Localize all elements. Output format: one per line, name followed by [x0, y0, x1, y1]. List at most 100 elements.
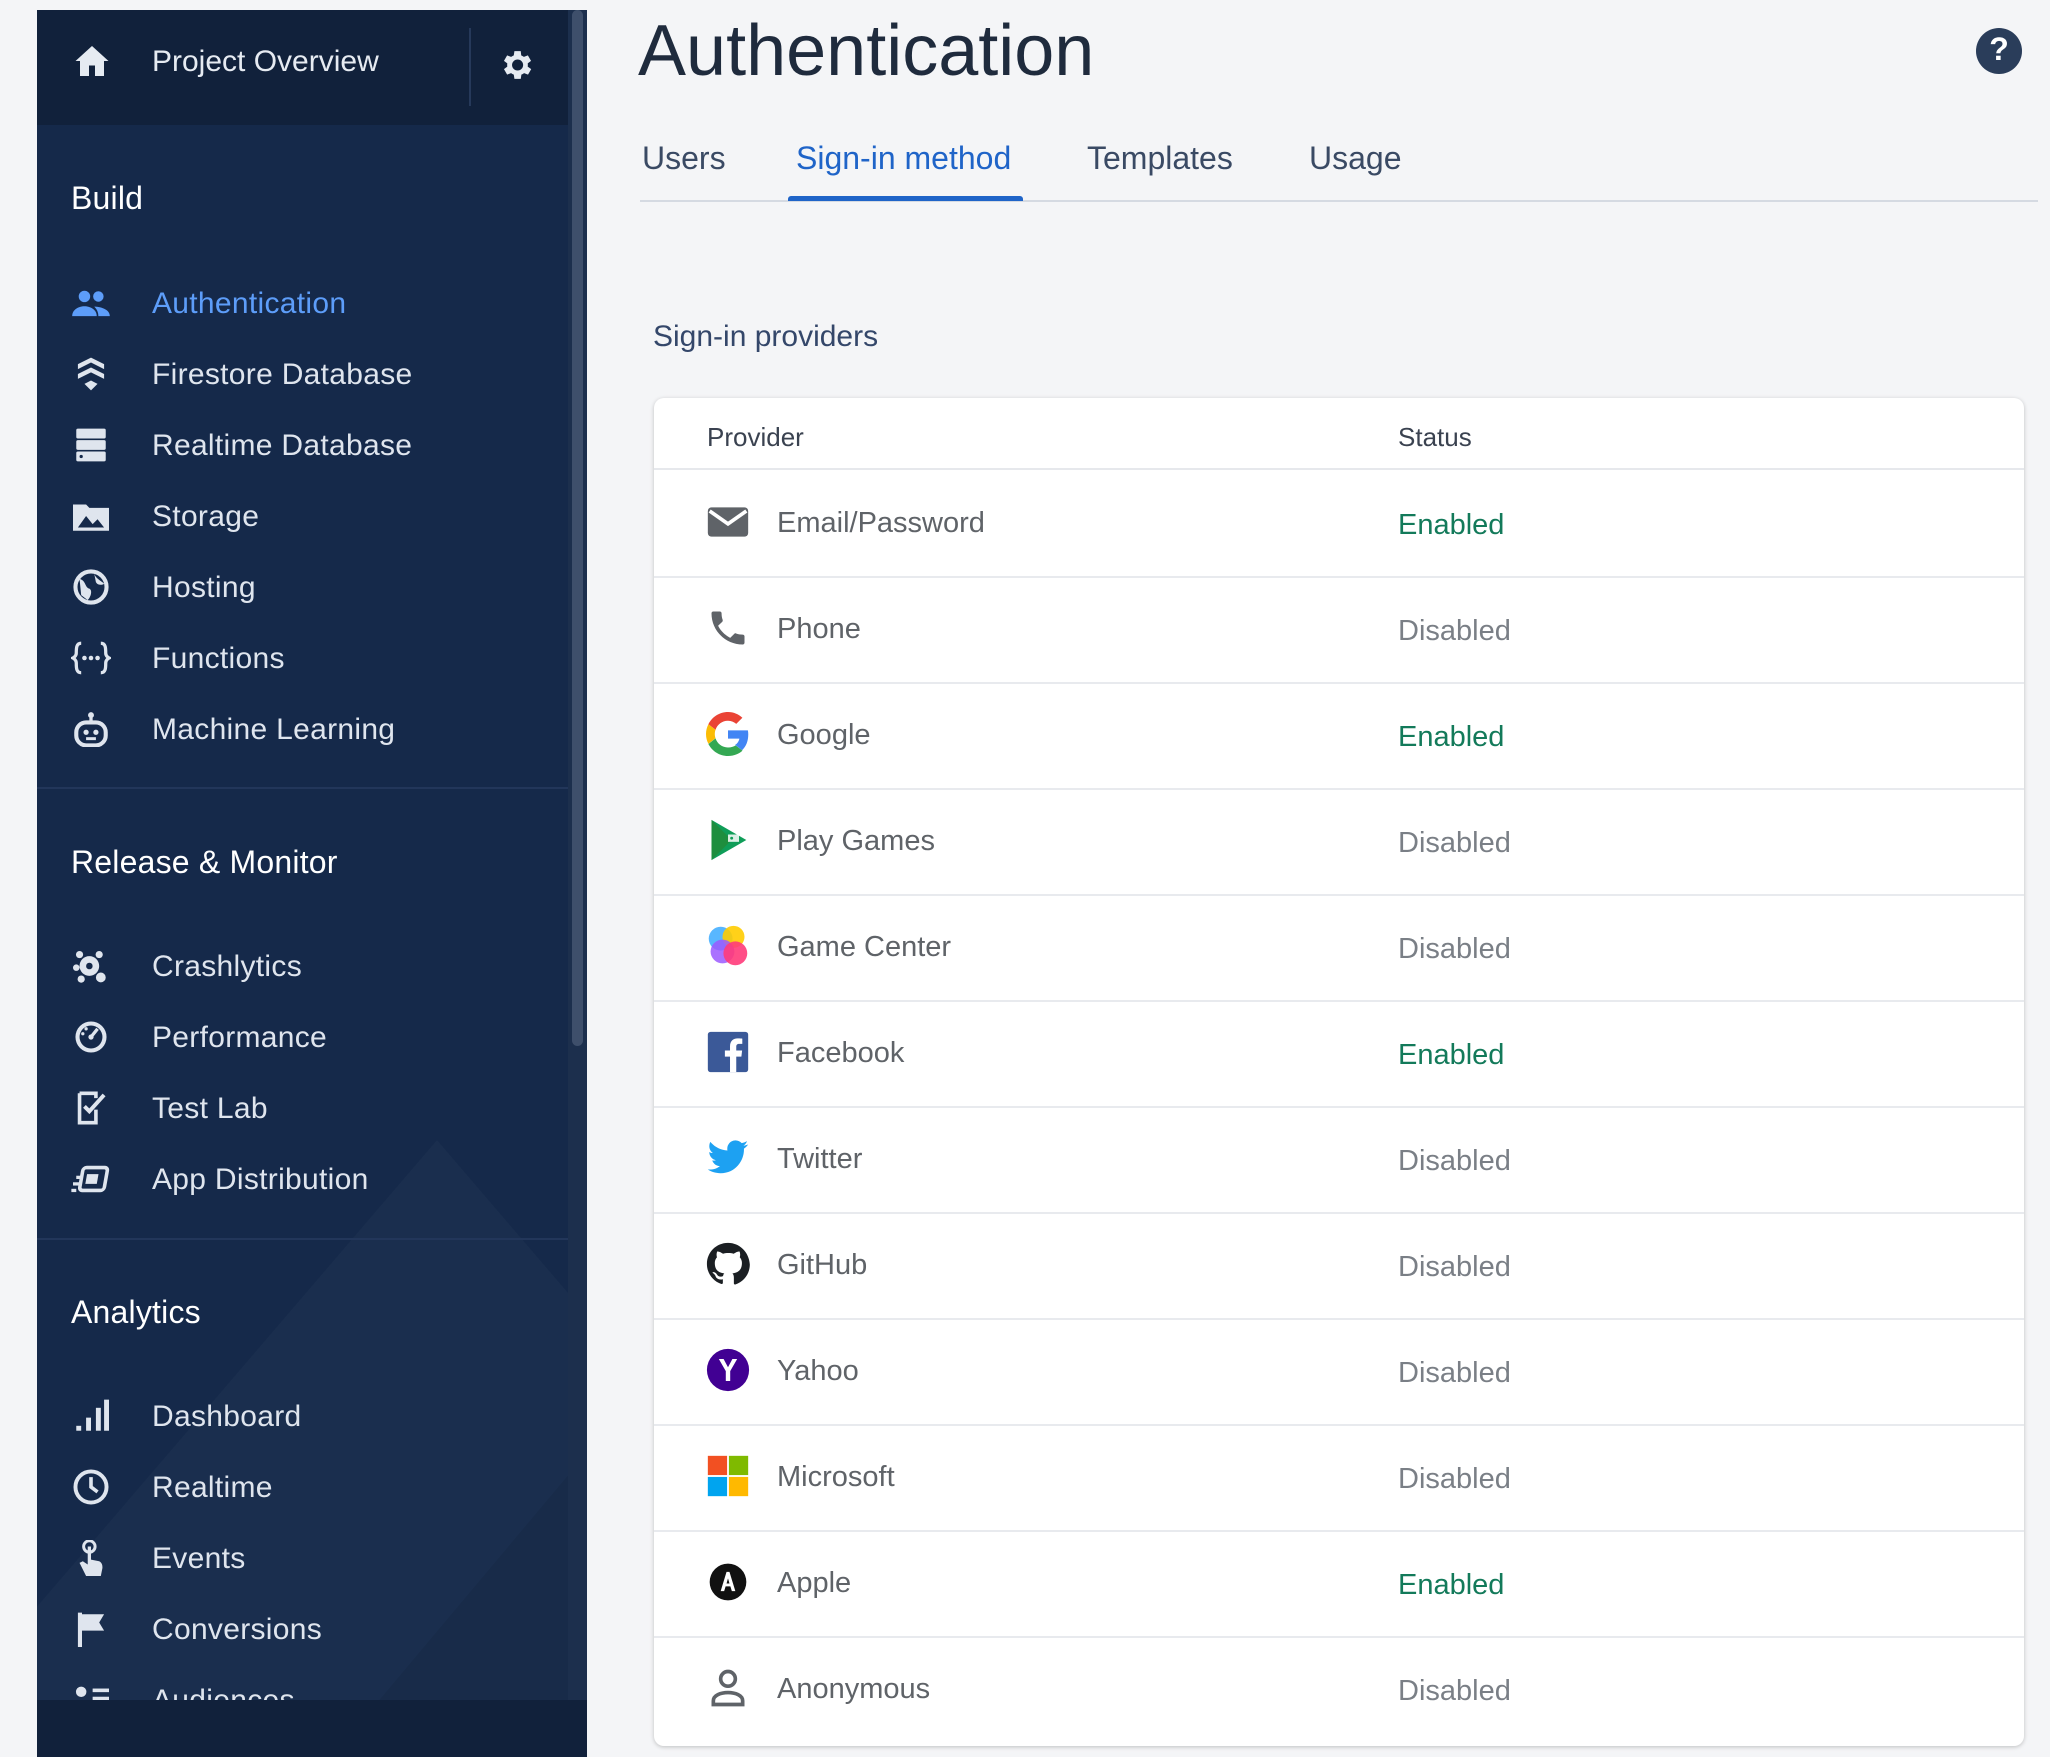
provider-status: Disabled — [1398, 615, 1511, 647]
sidebar-item-label: Machine Learning — [152, 713, 396, 746]
sidebar-item-label: Realtime Database — [152, 429, 413, 462]
table-row-play-games[interactable]: Play Games Disabled — [654, 788, 2024, 896]
page-title: Authentication — [638, 11, 1095, 91]
provider-name: Phone — [777, 613, 861, 645]
phone-icon — [706, 606, 750, 650]
bar-chart-icon — [71, 1398, 111, 1434]
provider-name: Microsoft — [777, 1461, 895, 1493]
sidebar-item-label: Crashlytics — [152, 950, 302, 983]
sidebar-item-firestore-database[interactable]: Firestore Database — [37, 344, 568, 404]
sidebar-item-test-lab[interactable]: Test Lab — [37, 1078, 568, 1138]
yahoo-icon — [706, 1348, 750, 1392]
table-row-game-center[interactable]: Game Center Disabled — [654, 894, 2024, 1002]
sidebar: Project Overview Build Authentication Fi… — [37, 10, 587, 1757]
tab-sign-in-method[interactable]: Sign-in method — [796, 140, 1011, 177]
section-divider — [37, 1238, 568, 1240]
column-header-status[interactable]: Status — [1398, 422, 1472, 453]
tab-users[interactable]: Users — [642, 140, 726, 177]
firestore-icon — [71, 356, 111, 392]
table-row-email-password[interactable]: Email/Password Enabled — [654, 470, 2024, 578]
sidebar-item-label: Conversions — [152, 1613, 323, 1646]
section-title-release-monitor: Release & Monitor — [71, 844, 338, 880]
help-glyph: ? — [1989, 31, 2009, 67]
table-header: Provider Status — [654, 398, 2024, 470]
provider-name: Email/Password — [777, 507, 985, 539]
sidebar-item-app-distribution[interactable]: App Distribution — [37, 1149, 568, 1209]
section-title-analytics: Analytics — [71, 1294, 201, 1330]
sidebar-item-label: Functions — [152, 642, 285, 675]
sidebar-item-label: Test Lab — [152, 1092, 268, 1125]
speedometer-icon — [71, 1019, 111, 1055]
table-row-phone[interactable]: Phone Disabled — [654, 576, 2024, 684]
table-row-microsoft[interactable]: Microsoft Disabled — [654, 1424, 2024, 1532]
people-icon — [71, 285, 111, 321]
sidebar-item-label: Dashboard — [152, 1400, 302, 1433]
table-row-anonymous[interactable]: Anonymous Disabled — [654, 1636, 2024, 1742]
table-row-github[interactable]: GitHub Disabled — [654, 1212, 2024, 1320]
sidebar-item-realtime-database[interactable]: Realtime Database — [37, 415, 568, 475]
provider-status: Enabled — [1398, 509, 1505, 541]
sidebar-item-events[interactable]: Events — [37, 1528, 568, 1588]
sidebar-item-dashboard[interactable]: Dashboard — [37, 1386, 568, 1446]
sidebar-item-label: Hosting — [152, 571, 256, 604]
sidebar-item-authentication[interactable]: Authentication — [37, 273, 568, 333]
table-row-apple[interactable]: Apple Enabled — [654, 1530, 2024, 1638]
sidebar-item-hosting[interactable]: Hosting — [37, 557, 568, 617]
tab-usage[interactable]: Usage — [1309, 140, 1402, 177]
provider-status: Enabled — [1398, 1569, 1505, 1601]
provider-status: Enabled — [1398, 1039, 1505, 1071]
provider-name: Google — [777, 719, 871, 751]
database-icon — [71, 427, 111, 463]
flag-icon — [71, 1611, 111, 1647]
provider-status: Disabled — [1398, 827, 1511, 859]
active-tab-indicator — [788, 196, 1023, 201]
provider-name: Twitter — [777, 1143, 863, 1175]
project-overview-bar[interactable]: Project Overview — [37, 10, 568, 125]
sidebar-footer[interactable] — [37, 1700, 587, 1757]
table-row-google[interactable]: Google Enabled — [654, 682, 2024, 790]
provider-status: Disabled — [1398, 1145, 1511, 1177]
provider-name: Anonymous — [777, 1673, 931, 1705]
sidebar-item-label: App Distribution — [152, 1163, 369, 1196]
section-title-build: Build — [71, 180, 144, 216]
game-center-icon — [706, 924, 750, 968]
google-icon — [706, 712, 750, 756]
provider-name: Game Center — [777, 931, 952, 963]
sidebar-item-performance[interactable]: Performance — [37, 1007, 568, 1067]
section-divider — [37, 787, 568, 789]
image-icon — [71, 498, 111, 534]
sidebar-item-label: Firestore Database — [152, 358, 413, 391]
table-row-yahoo[interactable]: Yahoo Disabled — [654, 1318, 2024, 1426]
gear-icon[interactable] — [497, 46, 535, 84]
column-header-provider[interactable]: Provider — [707, 422, 804, 453]
sidebar-item-functions[interactable]: Functions — [37, 628, 568, 688]
table-row-facebook[interactable]: Facebook Enabled — [654, 1000, 2024, 1108]
sidebar-item-label: Performance — [152, 1021, 328, 1054]
table-row-twitter[interactable]: Twitter Disabled — [654, 1106, 2024, 1214]
distribution-icon — [71, 1161, 111, 1197]
email-icon — [706, 500, 750, 544]
providers-table: Provider Status Email/Password Enabled P… — [654, 398, 2024, 1746]
provider-name: GitHub — [777, 1249, 868, 1281]
divider — [469, 28, 471, 106]
home-icon — [74, 44, 110, 78]
tab-templates[interactable]: Templates — [1087, 140, 1233, 177]
sidebar-scrollbar-thumb[interactable] — [572, 10, 583, 1046]
provider-status: Disabled — [1398, 1251, 1511, 1283]
anonymous-icon — [706, 1666, 750, 1710]
project-overview-label: Project Overview — [152, 45, 379, 78]
sidebar-item-label: Realtime — [152, 1471, 273, 1504]
sidebar-item-realtime[interactable]: Realtime — [37, 1457, 568, 1517]
sidebar-item-label: Authentication — [152, 287, 347, 320]
play-games-icon — [706, 818, 750, 862]
sidebar-item-conversions[interactable]: Conversions — [37, 1599, 568, 1659]
sidebar-item-crashlytics[interactable]: Crashlytics — [37, 936, 568, 996]
provider-status: Disabled — [1398, 933, 1511, 965]
provider-name: Play Games — [777, 825, 935, 857]
sidebar-item-machine-learning[interactable]: Machine Learning — [37, 699, 568, 759]
provider-status: Enabled — [1398, 721, 1505, 753]
sidebar-item-storage[interactable]: Storage — [37, 486, 568, 546]
help-icon[interactable]: ? — [1976, 28, 2022, 74]
provider-status: Disabled — [1398, 1463, 1511, 1495]
touch-icon — [71, 1540, 111, 1576]
